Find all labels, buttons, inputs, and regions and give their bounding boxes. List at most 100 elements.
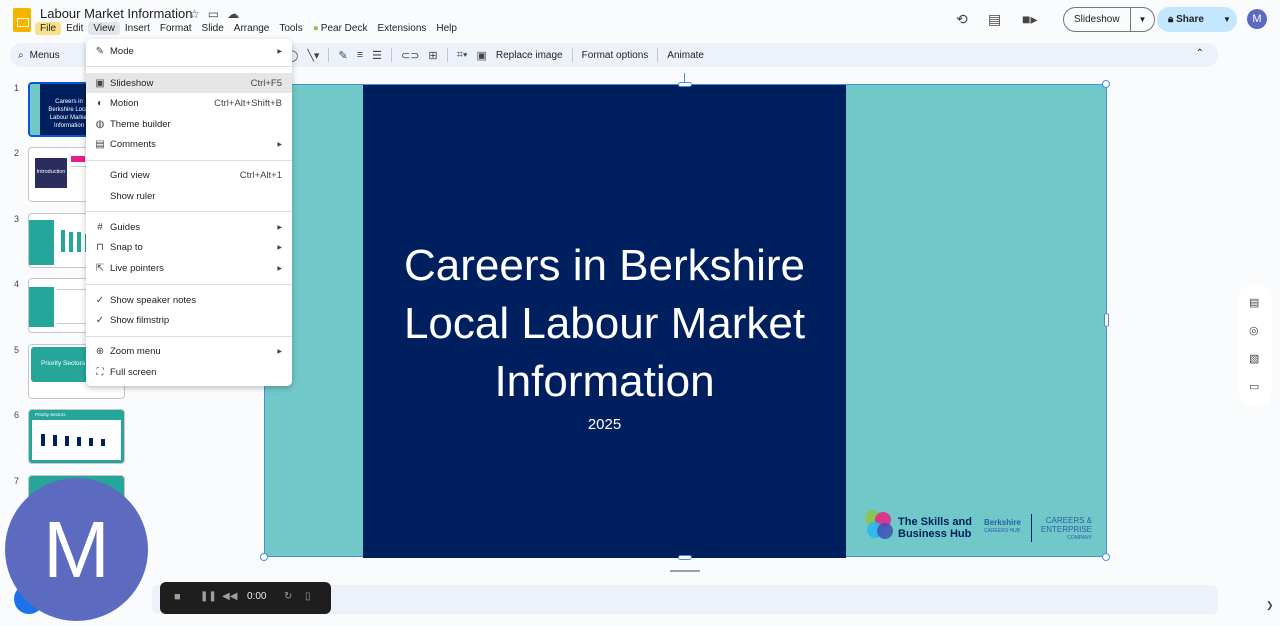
menu-file[interactable]: File <box>35 22 62 35</box>
folder-icon[interactable]: ▭ <box>208 7 219 21</box>
menu-item-shortcut: Ctrl+Alt+Shift+B <box>214 97 282 109</box>
slide-canvas[interactable]: Careers in Berkshire Local Labour Market… <box>264 84 1107 558</box>
slide-subtitle[interactable]: 2025 <box>363 416 846 433</box>
submenu-arrow-icon: ▶ <box>277 265 282 272</box>
menu-help[interactable]: Help <box>431 22 462 35</box>
animate-button[interactable]: Animate <box>667 50 704 61</box>
menu-item-label: Show filmstrip <box>110 314 170 326</box>
replace-image-button[interactable]: Replace image <box>496 50 563 61</box>
slideshow-button[interactable]: Slideshow ▼ <box>1063 7 1155 32</box>
menu-extensions[interactable]: Extensions <box>372 22 431 35</box>
menu-item-show-speaker-notes[interactable]: ✓ Show speaker notes <box>86 290 292 310</box>
menu-item-label: Comments <box>110 138 156 150</box>
rotate-handle[interactable] <box>684 73 685 82</box>
menus-search[interactable]: ⌕ Menus <box>10 43 88 67</box>
format-options-button[interactable]: Format options <box>582 50 649 61</box>
share-button[interactable]: 🔒︎ Share ▼ <box>1157 7 1237 32</box>
resize-handle[interactable] <box>678 555 692 560</box>
border-dash-icon[interactable]: ☰ <box>372 49 382 62</box>
slideshow-dropdown-icon[interactable]: ▼ <box>1131 15 1154 24</box>
skills-hub-logo-text: The Skills and Business Hub <box>898 516 972 540</box>
cloud-icon[interactable]: ☁ <box>227 7 239 21</box>
resize-handle[interactable] <box>1102 80 1110 88</box>
menu-item-show-filmstrip[interactable]: ✓ Show filmstrip <box>86 310 292 330</box>
star-icon[interactable]: ☆ <box>189 7 200 21</box>
menu-item-motion[interactable]: ◐ Motion Ctrl+Alt+Shift+B <box>86 93 292 113</box>
slide-number: 4 <box>14 279 20 289</box>
crop-icon[interactable]: ⌗▾ <box>457 49 468 62</box>
logo-line: The Skills and <box>898 516 972 528</box>
restart-icon[interactable]: ↻ <box>284 591 292 602</box>
zoom-icon: ⊕ <box>95 345 105 357</box>
menu-separator <box>86 66 292 67</box>
stop-icon[interactable]: ■ <box>174 591 181 603</box>
slides-logo-icon[interactable] <box>13 8 31 32</box>
recording-controls: ■ ❚❚ ◀◀ 0:00 ↻ ▯ <box>160 582 331 614</box>
menu-tools[interactable]: Tools <box>274 22 307 35</box>
line-icon[interactable]: ╲▾ <box>307 49 319 62</box>
add-comment-icon[interactable]: ⊞ <box>428 49 437 62</box>
logo-separator <box>1031 514 1032 542</box>
logo-line: CAREERS HUB <box>984 528 1021 534</box>
toolbar-separator <box>328 48 330 62</box>
rewind-icon[interactable]: ◀◀ <box>222 591 237 602</box>
link-icon[interactable]: ⊂⊃ <box>401 49 419 62</box>
menu-slide[interactable]: Slide <box>197 22 229 35</box>
history-icon[interactable]: ⟲ <box>956 11 968 28</box>
resize-handle[interactable] <box>678 82 692 87</box>
resize-handle[interactable] <box>1102 553 1110 561</box>
folder-icon[interactable]: ▭ <box>1249 380 1259 393</box>
top-bar: Labour Market Information ☆ ▭ ☁ File Edi… <box>0 0 1280 40</box>
pause-icon[interactable]: ❚❚ <box>200 591 217 602</box>
thumb-bar <box>77 437 81 446</box>
menu-item-comments[interactable]: ▤ Comments ▶ <box>86 134 292 154</box>
menu-format[interactable]: Format <box>155 22 197 35</box>
thumb-bar <box>41 434 45 446</box>
slide-title-line: Careers in Berkshire <box>403 241 806 290</box>
menu-view[interactable]: View <box>88 22 120 35</box>
menu-item-snap-to[interactable]: ⊓ Snap to ▶ <box>86 237 292 257</box>
trash-icon[interactable]: ▯ <box>305 591 311 602</box>
share-dropdown-icon[interactable]: ▼ <box>1217 15 1237 24</box>
meet-video-icon[interactable]: ■▸ <box>1022 11 1037 28</box>
menu-insert[interactable]: Insert <box>120 22 155 35</box>
slide-thumbnail-6[interactable]: Priority Sectors <box>28 409 125 464</box>
menu-item-live-pointers[interactable]: ⇱ Live pointers ▶ <box>86 258 292 278</box>
menu-item-grid-view[interactable]: Grid view Ctrl+Alt+1 <box>86 165 292 185</box>
slide-title-line: Information <box>494 357 715 406</box>
image-options-icon[interactable]: ▣ <box>476 49 486 62</box>
document-title[interactable]: Labour Market Information <box>40 6 192 21</box>
account-avatar[interactable]: M <box>1247 9 1267 29</box>
slide-title[interactable]: Careers in Berkshire Local Labour Market… <box>363 237 846 411</box>
scroll-right-icon[interactable]: ❯ <box>1266 600 1274 611</box>
comments-icon[interactable]: ▤ <box>988 11 1001 28</box>
menu-item-theme-builder[interactable]: ◍ Theme builder <box>86 114 292 134</box>
thumb-bar <box>65 436 69 446</box>
check-icon: ✓ <box>95 314 105 326</box>
motion-icon: ◐ <box>96 97 104 109</box>
menu-item-zoom-menu[interactable]: ⊕ Zoom menu ▶ <box>86 341 292 361</box>
notes-resize-handle[interactable] <box>670 570 700 572</box>
menu-item-mode[interactable]: ✎ Mode ▶ <box>86 41 292 61</box>
menu-item-guides[interactable]: # Guides ▶ <box>86 217 292 237</box>
keep-icon[interactable]: ▤ <box>1249 296 1259 309</box>
menu-item-full-screen[interactable]: ⛶ Full screen <box>86 362 292 382</box>
resize-handle[interactable] <box>260 553 268 561</box>
menu-item-show-ruler[interactable]: Show ruler <box>86 186 292 206</box>
collapse-toolbar-icon[interactable]: ⌃ <box>1196 48 1204 59</box>
menu-edit[interactable]: Edit <box>61 22 88 35</box>
thumb-bar <box>101 439 105 446</box>
toolbar-separator <box>657 48 659 62</box>
tasks-icon[interactable]: ◎ <box>1249 324 1259 337</box>
menu-pear-deck[interactable]: ● Pear Deck <box>308 22 373 35</box>
toolbar-separator <box>571 48 573 62</box>
contacts-icon[interactable]: ▧ <box>1249 352 1259 365</box>
menu-item-slideshow[interactable]: ▣ Slideshow Ctrl+F5 <box>86 73 292 93</box>
resize-handle[interactable] <box>1104 313 1109 327</box>
menu-arrange[interactable]: Arrange <box>229 22 275 35</box>
slide-navy-panel[interactable]: Careers in Berkshire Local Labour Market… <box>363 85 846 558</box>
border-weight-icon[interactable]: ≡ <box>357 49 363 61</box>
menu-item-label: Motion <box>110 97 139 109</box>
fullscreen-icon: ⛶ <box>96 366 104 378</box>
border-color-icon[interactable]: ✎ <box>338 49 347 62</box>
